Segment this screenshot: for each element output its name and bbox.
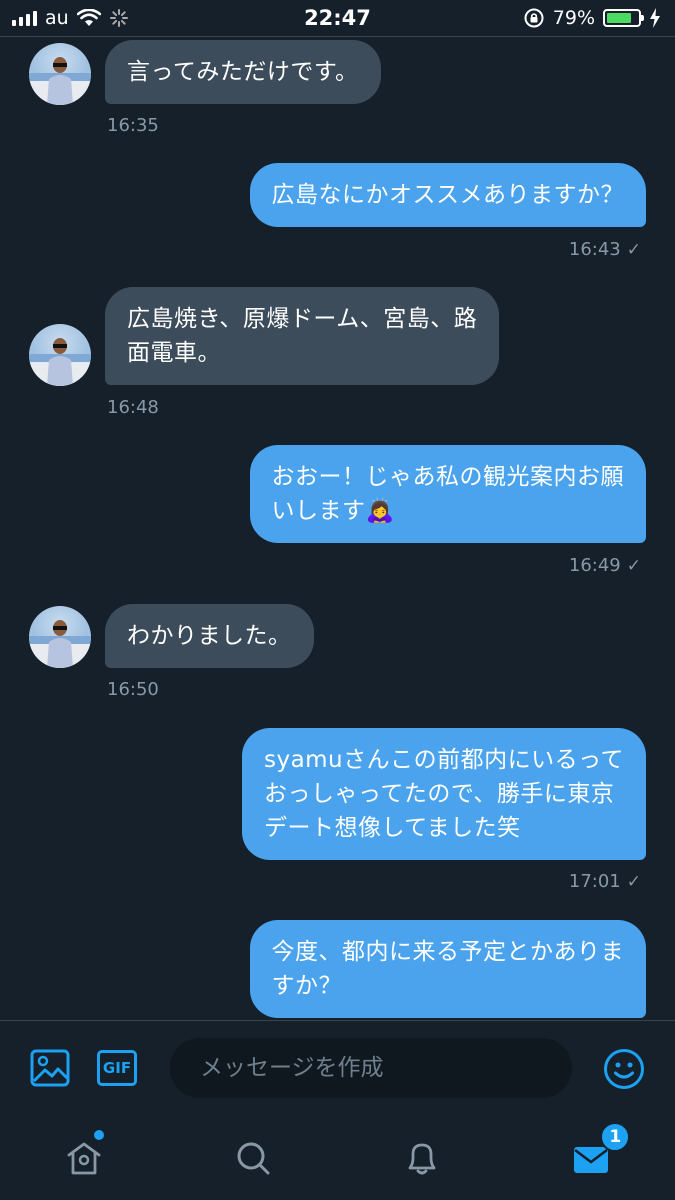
status-divider — [0, 36, 675, 37]
messages-unread-badge: 1 — [600, 1122, 631, 1152]
status-bar: au 22:47 79% — [0, 0, 675, 36]
search-icon — [237, 1142, 270, 1175]
avatar-image — [29, 338, 91, 386]
status-time: 22:47 — [304, 6, 371, 30]
message-timestamp: 16:50 — [107, 679, 159, 700]
gif-button[interactable]: GIF — [96, 1048, 138, 1088]
message-timestamp: 16:48 — [107, 397, 159, 418]
message-bubble-outgoing[interactable]: syamuさんこの前都内にいるって おっしゃってたので、勝手に東京 デート想像し… — [241, 728, 646, 860]
sent-check-icon: ✓ — [626, 872, 641, 892]
message-time: 16:49 — [568, 555, 621, 576]
emoji-button[interactable] — [602, 1047, 646, 1091]
tab-bar: 1 — [0, 1116, 675, 1200]
battery-level — [607, 13, 631, 23]
tab-notifications[interactable] — [338, 1116, 507, 1200]
message-composer: GIF — [0, 1021, 675, 1116]
home-new-dot — [94, 1130, 104, 1140]
avatar[interactable] — [29, 43, 91, 105]
message-timestamp: 16:49 ✓ — [569, 555, 641, 576]
notifications-icon — [408, 1143, 436, 1175]
message-bubble-incoming[interactable]: わかりました。 — [105, 604, 314, 668]
message-time: 17:01 — [568, 871, 621, 892]
message-bubble-incoming[interactable]: 広島焼き、原爆ドーム、宮島、路 面電車。 — [105, 287, 500, 385]
home-icon — [67, 1142, 101, 1175]
message-bubble-outgoing[interactable]: 広島なにかオススメありますか？ — [249, 163, 646, 227]
sent-check-icon: ✓ — [626, 240, 641, 260]
image-button[interactable] — [28, 1047, 72, 1089]
battery-icon — [603, 9, 644, 27]
dm-conversation-screen: 言ってみただけです。 16:35 広島なにかオススメありますか？ 16:43 ✓ … — [0, 0, 675, 1200]
sent-check-icon: ✓ — [626, 556, 641, 576]
avatar[interactable] — [29, 606, 91, 668]
gif-icon: GIF — [97, 1050, 137, 1086]
message-bubble-outgoing[interactable]: 今度、都内に来る予定とかありま すか？ — [249, 920, 646, 1018]
message-timestamp: 16:35 — [107, 115, 159, 136]
message-timestamp: 16:43 ✓ — [569, 239, 641, 260]
avatar[interactable] — [29, 324, 91, 386]
message-bubble-outgoing[interactable]: おおー！じゃあ私の観光案内お願 いします🙇‍♀️ — [249, 445, 646, 543]
message-time: 16:43 — [568, 239, 621, 260]
tab-home[interactable] — [0, 1116, 169, 1200]
image-icon — [30, 1049, 70, 1087]
message-input[interactable] — [170, 1038, 572, 1098]
message-timestamp: 17:01 ✓ — [569, 871, 641, 892]
tab-search[interactable] — [169, 1116, 338, 1200]
emoji-icon — [604, 1049, 644, 1089]
avatar-image — [29, 57, 91, 105]
message-bubble-incoming[interactable]: 言ってみただけです。 — [105, 40, 381, 104]
gif-label: GIF — [102, 1059, 132, 1077]
message-list[interactable]: 言ってみただけです。 16:35 広島なにかオススメありますか？ 16:43 ✓ … — [0, 0, 675, 1020]
tab-messages[interactable]: 1 — [506, 1116, 675, 1200]
avatar-image — [29, 620, 91, 668]
